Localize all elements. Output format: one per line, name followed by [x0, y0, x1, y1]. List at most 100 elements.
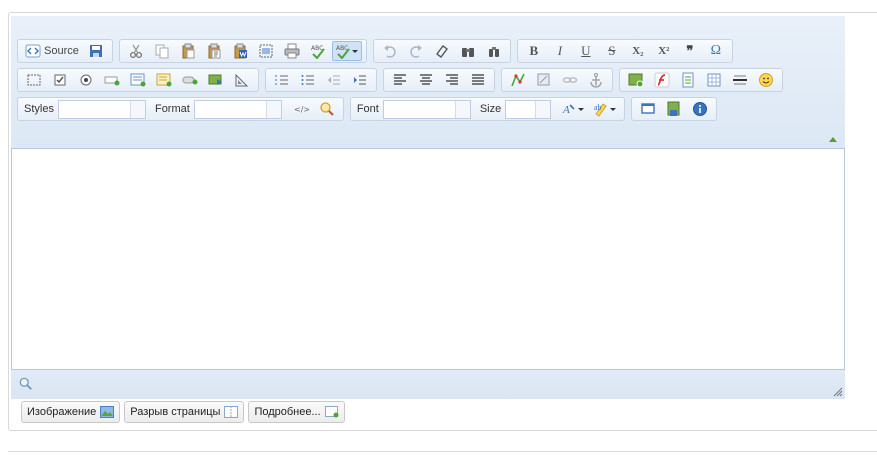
blockquote-button[interactable]: ❞: [678, 41, 702, 61]
radio-icon: [80, 74, 92, 86]
align-right-button[interactable]: [440, 70, 464, 90]
page-break-icon: [224, 406, 239, 418]
table-button[interactable]: [702, 70, 726, 90]
maximize-button[interactable]: [636, 99, 660, 119]
bold-button[interactable]: B: [522, 41, 546, 61]
format-dropdown-arrow[interactable]: [265, 100, 281, 118]
divider: [8, 451, 877, 452]
horizontal-rule-button[interactable]: [728, 70, 752, 90]
flash-button[interactable]: [650, 70, 674, 90]
show-blocks-button[interactable]: </>: [289, 99, 313, 119]
align-justify-button[interactable]: [466, 70, 490, 90]
show-blocks-icon: </>: [294, 105, 309, 114]
copy-icon: [155, 44, 169, 59]
svg-text:A: A: [562, 104, 570, 116]
superscript-button[interactable]: X²: [652, 41, 676, 61]
bulleted-list-icon: [301, 75, 314, 85]
text-field-button[interactable]: [100, 70, 124, 90]
smiley-icon: [759, 73, 773, 87]
form-button[interactable]: [22, 70, 46, 90]
hidden-field-button[interactable]: [230, 70, 254, 90]
insert-group: [619, 68, 783, 92]
format-label: Format: [154, 103, 190, 115]
preview-button[interactable]: [315, 99, 339, 119]
align-center-button[interactable]: [414, 70, 438, 90]
format-dropdown[interactable]: [193, 99, 282, 119]
paste-text-icon: [208, 43, 221, 59]
image-button[interactable]: [624, 70, 648, 90]
italic-button[interactable]: I: [548, 41, 572, 61]
outdent-button[interactable]: [322, 70, 346, 90]
align-right-icon: [446, 74, 458, 85]
size-dropdown-arrow[interactable]: [535, 100, 551, 118]
tab-read-more-label: Подробнее...: [254, 406, 321, 418]
magnifier-icon[interactable]: [19, 377, 33, 391]
find-button[interactable]: [456, 41, 480, 61]
scayt-button[interactable]: ABC: [331, 41, 362, 61]
print-button[interactable]: [280, 41, 304, 61]
paste-text-button[interactable]: [202, 41, 226, 61]
special-char-button[interactable]: Ω: [704, 41, 728, 61]
chain-icon: [562, 77, 578, 83]
size-dropdown[interactable]: [505, 99, 552, 119]
checkbox-button[interactable]: [48, 70, 72, 90]
templates-button[interactable]: [662, 99, 686, 119]
link-button[interactable]: [506, 70, 530, 90]
undo-icon: [383, 45, 396, 58]
anchor-button[interactable]: [584, 70, 608, 90]
copy-button[interactable]: [150, 41, 174, 61]
text-color-button[interactable]: A: [558, 99, 588, 119]
underline-button[interactable]: U: [574, 41, 598, 61]
styles-dropdown-arrow[interactable]: [129, 100, 145, 118]
scissors-icon: [129, 44, 142, 59]
align-justify-icon: [472, 74, 484, 85]
cut-button[interactable]: [124, 41, 148, 61]
printer-icon: [284, 43, 300, 59]
numbered-list-button[interactable]: [270, 70, 294, 90]
paste-button[interactable]: [176, 41, 200, 61]
spellcheck-button[interactable]: ABC: [306, 41, 330, 61]
eraser-icon: [435, 45, 448, 58]
font-dropdown-arrow[interactable]: [454, 100, 470, 118]
paste-word-button[interactable]: [228, 41, 252, 61]
tab-image[interactable]: Изображение: [21, 401, 121, 423]
radio-button[interactable]: [74, 70, 98, 90]
replace-button[interactable]: [482, 41, 506, 61]
resize-handle-icon[interactable]: [831, 385, 843, 397]
bulleted-list-button[interactable]: [296, 70, 320, 90]
select-all-button[interactable]: [254, 41, 278, 61]
tab-read-more[interactable]: Подробнее...: [248, 401, 345, 423]
image-button-button[interactable]: [204, 70, 228, 90]
spellcheck-icon: ABC: [311, 45, 325, 59]
smiley-button[interactable]: [754, 70, 778, 90]
table-doc-button[interactable]: [676, 70, 700, 90]
button-button[interactable]: [178, 70, 202, 90]
textarea-button[interactable]: [126, 70, 150, 90]
hidden-field-icon: [235, 73, 249, 87]
unlink-button[interactable]: [532, 70, 556, 90]
tab-page-break[interactable]: Разрыв страницы: [124, 401, 245, 423]
about-button[interactable]: [688, 99, 712, 119]
bg-color-button[interactable]: ab: [590, 99, 620, 119]
links-group: [501, 68, 613, 92]
styles-dropdown[interactable]: [57, 99, 146, 119]
redo-button[interactable]: [404, 41, 428, 61]
editor-content-area[interactable]: [11, 148, 845, 370]
templates-icon: [667, 101, 680, 116]
link-chain-button[interactable]: [558, 70, 582, 90]
align-left-button[interactable]: [388, 70, 412, 90]
select-button[interactable]: [152, 70, 176, 90]
document-icon: [682, 72, 694, 88]
indent-button[interactable]: [348, 70, 372, 90]
font-dropdown[interactable]: [382, 99, 471, 119]
undo-button[interactable]: [378, 41, 402, 61]
save-button[interactable]: [84, 41, 108, 61]
remove-format-button[interactable]: [430, 41, 454, 61]
source-button[interactable]: Source: [22, 41, 82, 61]
subscript-button[interactable]: X₂: [626, 41, 650, 61]
toolbar-row-2: [17, 68, 789, 92]
collapse-toolbar-icon[interactable]: [829, 137, 837, 142]
strikethrough-button[interactable]: S: [600, 41, 624, 61]
styles-format-group: Styles Format </>: [17, 97, 344, 121]
tab-image-label: Изображение: [27, 406, 97, 418]
